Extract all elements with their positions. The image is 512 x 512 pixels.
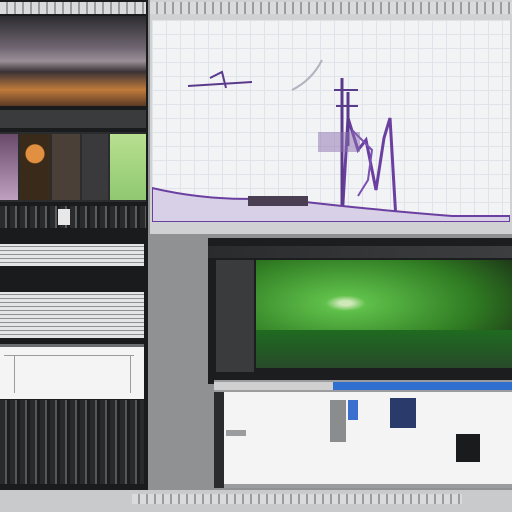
sketch-canvas[interactable] bbox=[151, 20, 511, 223]
text-rows-block-2 bbox=[0, 292, 144, 338]
thumbnail-color-swatches[interactable] bbox=[0, 132, 146, 202]
editor-window bbox=[214, 380, 512, 488]
editor-tabstrip[interactable] bbox=[214, 382, 512, 390]
media-window bbox=[208, 238, 512, 384]
text-rows-block bbox=[0, 244, 144, 266]
thumbnail-dusk-landscape[interactable] bbox=[0, 16, 146, 106]
taskbar bbox=[0, 490, 512, 512]
taskbar-apps[interactable] bbox=[132, 494, 462, 504]
editor-canvas[interactable] bbox=[224, 392, 512, 484]
editor-caption bbox=[226, 430, 246, 436]
main-window-titlebar[interactable] bbox=[150, 2, 512, 14]
editor-ruler bbox=[214, 392, 224, 488]
thumbnail-data-table[interactable] bbox=[0, 206, 146, 228]
image-chip-1[interactable] bbox=[330, 400, 346, 442]
launch-tower-sketch bbox=[151, 59, 511, 223]
image-chip-4[interactable] bbox=[456, 434, 480, 462]
media-preview-green-burst[interactable] bbox=[256, 260, 512, 368]
divider bbox=[0, 110, 146, 128]
main-window bbox=[150, 0, 512, 234]
thumbnail-white-document[interactable] bbox=[0, 344, 144, 399]
left-panel bbox=[0, 0, 148, 492]
left-toolbar[interactable] bbox=[0, 2, 146, 14]
image-chip-3[interactable] bbox=[390, 398, 416, 428]
media-window-titlebar[interactable] bbox=[208, 246, 512, 258]
thumbnail-dark-table[interactable] bbox=[0, 400, 144, 484]
media-sidebar bbox=[216, 260, 254, 372]
image-chip-2[interactable] bbox=[348, 400, 358, 420]
